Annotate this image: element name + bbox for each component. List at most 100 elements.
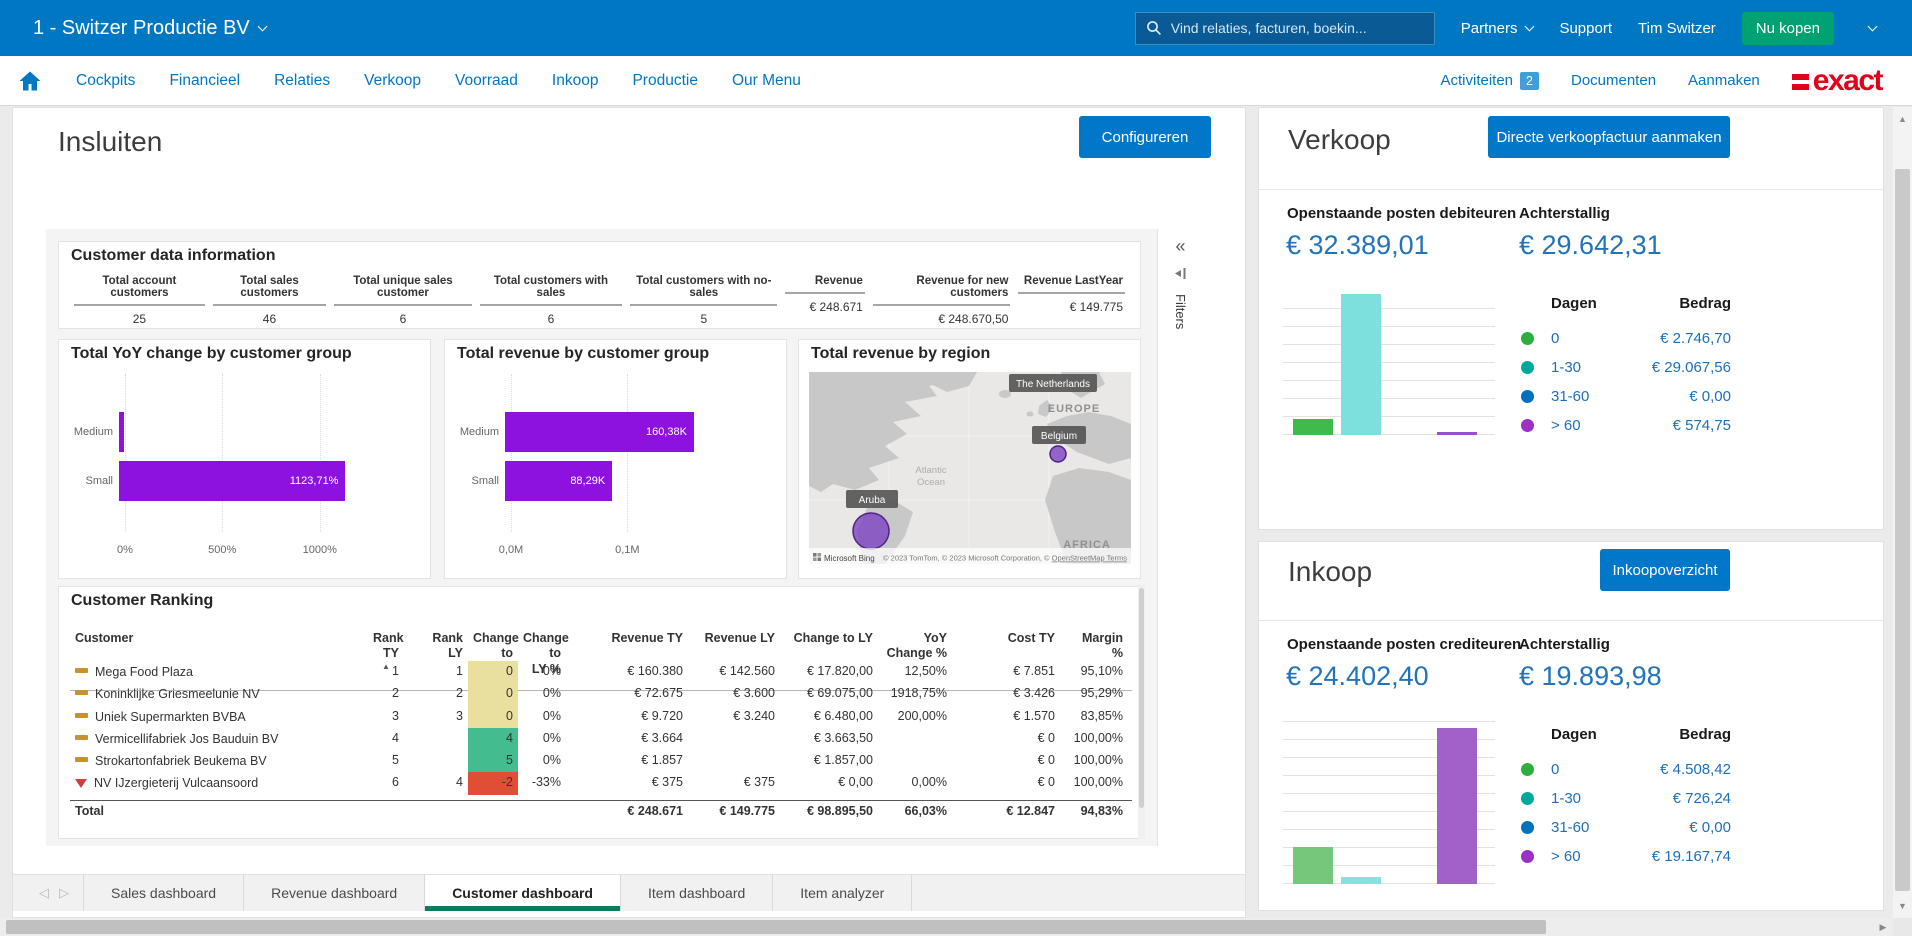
report-tab[interactable]: Customer dashboard	[425, 875, 621, 911]
nav-item-aanmaken[interactable]: Aanmaken	[1688, 72, 1760, 89]
report-vertical-scrollbar[interactable]	[1138, 584, 1145, 839]
topbar-more-chevron-icon[interactable]	[1868, 22, 1878, 32]
global-search[interactable]	[1135, 12, 1435, 45]
purchase-overview-button[interactable]: Inkoopoverzicht	[1600, 549, 1730, 591]
aging-row[interactable]: > 60 € 574,75	[1521, 411, 1731, 440]
partners-menu[interactable]: Partners	[1461, 20, 1534, 37]
user-menu[interactable]: Tim Switzer	[1638, 20, 1716, 37]
bucket-color-dot	[1521, 821, 1534, 834]
support-link[interactable]: Support	[1559, 20, 1612, 37]
company-selector[interactable]: 1 - Switzer Productie BV	[33, 17, 266, 40]
bucket-amount: € 4.508,42	[1660, 761, 1731, 778]
overdue-amount[interactable]: € 29.642,31	[1519, 230, 1662, 261]
table-row[interactable]: Uniek Supermarkten BVBA 3 3 0 0% € 9.720…	[70, 706, 1132, 728]
tab-scroll-left-icon[interactable]: ◁	[39, 885, 49, 901]
bucket-color-dot	[1521, 332, 1534, 345]
column-value: 5	[630, 306, 777, 332]
configure-button[interactable]: Configureren	[1079, 116, 1211, 158]
change-kpi-cell: -2	[468, 772, 518, 794]
aging-row[interactable]: 31-60 € 0,00	[1521, 382, 1731, 411]
inkoop-title: Inkoop	[1288, 556, 1372, 588]
nav-item[interactable]: Inkoop	[552, 72, 599, 90]
change-kpi-cell: 4	[468, 728, 518, 750]
bucket-label: > 60	[1551, 417, 1621, 434]
category-label: Small	[71, 475, 119, 487]
table-row[interactable]: Strokartonfabriek Beukema BV 5 5 0% € 1.…	[70, 750, 1132, 772]
svg-text:The Netherlands: The Netherlands	[1016, 379, 1090, 390]
bucket-color-dot	[1521, 763, 1534, 776]
aging-row[interactable]: 0 € 2.746,70	[1521, 324, 1731, 353]
tab-scroll-right-icon[interactable]: ▷	[59, 885, 69, 901]
buy-now-button[interactable]: Nu kopen	[1742, 12, 1834, 45]
aging-row[interactable]: > 60 € 19.167,74	[1521, 842, 1731, 871]
overdue-amount[interactable]: € 19.893,98	[1519, 661, 1662, 692]
customer-name: Vermicellifabriek Jos Bauduin BV	[95, 731, 278, 747]
column-header: Total customers with no-sales	[630, 272, 777, 306]
page-vertical-scrollbar[interactable]: ▲ ▼	[1893, 107, 1912, 918]
horizontal-scroll-thumb[interactable]	[6, 920, 1546, 934]
search-input[interactable]	[1171, 20, 1411, 36]
aruba-revenue-bubble	[853, 513, 889, 549]
nav-item-activiteiten[interactable]: Activiteiten2	[1440, 72, 1539, 90]
table-row[interactable]: NV IJzergieterij Vulcaansoord 6 4 -2 -33…	[70, 772, 1132, 794]
aging-row[interactable]: 1-30 € 29.067,56	[1521, 353, 1731, 382]
table-row[interactable]: Vermicellifabriek Jos Bauduin BV 4 4 0% …	[70, 728, 1132, 750]
report-tab[interactable]: Revenue dashboard	[244, 875, 425, 911]
terms-link[interactable]: Terms	[1105, 554, 1128, 563]
bucket-amount: € 574,75	[1673, 417, 1731, 434]
home-icon[interactable]	[18, 69, 42, 93]
category-label: Medium	[71, 426, 119, 438]
bar-value-label: 1123,71%	[290, 475, 339, 487]
report-tab[interactable]: Sales dashboard	[83, 875, 244, 911]
scroll-right-icon[interactable]: ▶	[1875, 918, 1891, 936]
nav-item[interactable]: Voorraad	[455, 72, 518, 90]
vertical-scroll-thumb[interactable]	[1895, 169, 1910, 891]
bucket-label: 1-30	[1551, 790, 1621, 807]
bucket-label: 0	[1551, 330, 1621, 347]
nav-item[interactable]: Productie	[632, 72, 697, 90]
creditors-aging-table: Dagen Bedrag 0 € 4.508,42 1-30 € 726,24	[1521, 726, 1731, 871]
open-pane-icon[interactable]	[1174, 267, 1187, 280]
x-axis: 0%500%1000%	[125, 544, 417, 558]
aging-row[interactable]: 31-60 € 0,00	[1521, 813, 1731, 842]
nav-item-documenten[interactable]: Documenten	[1571, 72, 1656, 89]
report-tab[interactable]: Item dashboard	[621, 875, 773, 911]
table-row[interactable]: Koninklijke Griesmeelunie NV 2 2 0 0% € …	[70, 683, 1132, 705]
scroll-up-icon[interactable]: ▲	[1893, 111, 1912, 127]
exact-logo: exact	[1792, 66, 1882, 96]
bars: Medium Small 1123,71%	[71, 412, 417, 510]
category-label: Small	[457, 475, 505, 487]
search-icon	[1146, 20, 1162, 36]
nav-item[interactable]: Cockpits	[76, 72, 135, 90]
nav-item[interactable]: Verkoop	[364, 72, 421, 90]
bucket-amount: € 726,24	[1673, 790, 1731, 807]
nav-item[interactable]: Relaties	[274, 72, 330, 90]
powerbi-canvas: Customer data information Total account …	[46, 229, 1159, 846]
aging-row[interactable]: 0 € 4.508,42	[1521, 755, 1731, 784]
aging-row[interactable]: 1-30 € 726,24	[1521, 784, 1731, 813]
openstreetmap-link[interactable]: OpenStreetMap	[1052, 554, 1105, 563]
scroll-down-icon[interactable]: ▼	[1893, 898, 1912, 914]
open-debtors-amount[interactable]: € 32.389,01	[1286, 230, 1429, 261]
nav-item[interactable]: Financieel	[169, 72, 240, 90]
aging-bar	[1293, 419, 1333, 435]
company-name: 1 - Switzer Productie BV	[33, 17, 250, 40]
change-kpi-cell: 5	[468, 750, 518, 772]
expand-filters-icon[interactable]: «	[1175, 237, 1185, 255]
chevron-down-icon	[1525, 22, 1535, 32]
activiteiten-label: Activiteiten	[1440, 72, 1513, 89]
report-tab[interactable]: Item analyzer	[773, 875, 912, 911]
table-row[interactable]: Mega Food Plaza 1 1 0 0% € 160.380 € 142…	[70, 661, 1132, 683]
exact-logo-bars-icon	[1792, 74, 1809, 90]
bar: 88,29K	[505, 461, 612, 501]
column-value: 25	[74, 306, 205, 332]
page-horizontal-scrollbar[interactable]: ▶	[0, 918, 1893, 936]
open-creditors-label: Openstaande posten crediteuren	[1287, 636, 1521, 653]
nav-item[interactable]: Our Menu	[732, 72, 801, 90]
open-creditors-amount[interactable]: € 24.402,40	[1286, 661, 1429, 692]
info-column: Total customers with sales 6	[476, 272, 626, 332]
bar	[119, 412, 124, 452]
partners-label: Partners	[1461, 20, 1518, 37]
create-sales-invoice-button[interactable]: Directe verkoopfactuur aanmaken	[1488, 116, 1730, 158]
info-column: Total account customers 25	[70, 272, 209, 332]
